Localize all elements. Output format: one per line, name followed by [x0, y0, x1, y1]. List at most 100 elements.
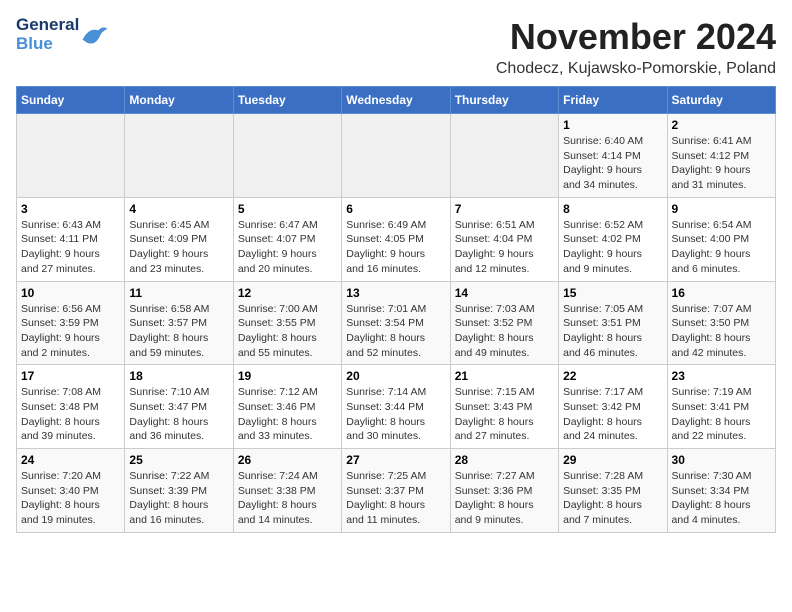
weekday-label: Wednesday	[342, 87, 450, 114]
day-number: 10	[21, 286, 120, 300]
calendar-cell: 26 Sunrise: 7:24 AM Sunset: 3:38 PM Dayli…	[233, 449, 341, 533]
day-info: Sunrise: 7:19 AM Sunset: 3:41 PM Dayligh…	[672, 385, 771, 444]
day-number: 23	[672, 369, 771, 383]
day-info: Sunrise: 6:40 AM Sunset: 4:14 PM Dayligh…	[563, 134, 662, 193]
day-info: Sunrise: 7:00 AM Sunset: 3:55 PM Dayligh…	[238, 302, 337, 361]
calendar-cell	[450, 114, 558, 198]
day-info: Sunrise: 7:25 AM Sunset: 3:37 PM Dayligh…	[346, 469, 445, 528]
weekday-label: Thursday	[450, 87, 558, 114]
weekday-label: Monday	[125, 87, 233, 114]
day-info: Sunrise: 7:05 AM Sunset: 3:51 PM Dayligh…	[563, 302, 662, 361]
day-number: 3	[21, 202, 120, 216]
logo-bird-icon	[81, 24, 109, 46]
day-number: 19	[238, 369, 337, 383]
day-info: Sunrise: 6:52 AM Sunset: 4:02 PM Dayligh…	[563, 218, 662, 277]
day-info: Sunrise: 6:43 AM Sunset: 4:11 PM Dayligh…	[21, 218, 120, 277]
calendar-cell: 18 Sunrise: 7:10 AM Sunset: 3:47 PM Dayli…	[125, 365, 233, 449]
day-info: Sunrise: 7:10 AM Sunset: 3:47 PM Dayligh…	[129, 385, 228, 444]
calendar-cell: 29 Sunrise: 7:28 AM Sunset: 3:35 PM Dayli…	[559, 449, 667, 533]
calendar-cell: 7 Sunrise: 6:51 AM Sunset: 4:04 PM Daylig…	[450, 197, 558, 281]
day-number: 26	[238, 453, 337, 467]
calendar-cell: 28 Sunrise: 7:27 AM Sunset: 3:36 PM Dayli…	[450, 449, 558, 533]
day-number: 25	[129, 453, 228, 467]
calendar-week-row: 17 Sunrise: 7:08 AM Sunset: 3:48 PM Dayli…	[17, 365, 776, 449]
calendar-cell: 11 Sunrise: 6:58 AM Sunset: 3:57 PM Dayli…	[125, 281, 233, 365]
day-number: 9	[672, 202, 771, 216]
calendar-cell	[17, 114, 125, 198]
day-number: 14	[455, 286, 554, 300]
calendar-cell: 12Sunrise: 7:00 AM Sunset: 3:55 PM Dayli…	[233, 281, 341, 365]
logo-blue: Blue	[16, 35, 79, 54]
day-info: Sunrise: 7:12 AM Sunset: 3:46 PM Dayligh…	[238, 385, 337, 444]
month-title: November 2024	[496, 16, 776, 58]
calendar-cell: 24Sunrise: 7:20 AM Sunset: 3:40 PM Dayli…	[17, 449, 125, 533]
day-number: 28	[455, 453, 554, 467]
day-info: Sunrise: 7:08 AM Sunset: 3:48 PM Dayligh…	[21, 385, 120, 444]
calendar-cell: 8 Sunrise: 6:52 AM Sunset: 4:02 PM Daylig…	[559, 197, 667, 281]
calendar-cell: 23 Sunrise: 7:19 AM Sunset: 3:41 PM Dayli…	[667, 365, 775, 449]
calendar-cell: 4Sunrise: 6:45 AM Sunset: 4:09 PM Daylig…	[125, 197, 233, 281]
day-number: 13	[346, 286, 445, 300]
day-number: 16	[672, 286, 771, 300]
day-number: 15	[563, 286, 662, 300]
day-number: 7	[455, 202, 554, 216]
calendar-cell: 13 Sunrise: 7:01 AM Sunset: 3:54 PM Dayli…	[342, 281, 450, 365]
day-info: Sunrise: 7:17 AM Sunset: 3:42 PM Dayligh…	[563, 385, 662, 444]
calendar-cell: 17 Sunrise: 7:08 AM Sunset: 3:48 PM Dayli…	[17, 365, 125, 449]
day-info: Sunrise: 7:28 AM Sunset: 3:35 PM Dayligh…	[563, 469, 662, 528]
day-info: Sunrise: 6:45 AM Sunset: 4:09 PM Dayligh…	[129, 218, 228, 277]
day-info: Sunrise: 7:01 AM Sunset: 3:54 PM Dayligh…	[346, 302, 445, 361]
page-header: General Blue November 2024 Chodecz, Kuja…	[16, 16, 776, 78]
day-info: Sunrise: 7:22 AM Sunset: 3:39 PM Dayligh…	[129, 469, 228, 528]
day-info: Sunrise: 6:49 AM Sunset: 4:05 PM Dayligh…	[346, 218, 445, 277]
day-info: Sunrise: 7:30 AM Sunset: 3:34 PM Dayligh…	[672, 469, 771, 528]
day-number: 18	[129, 369, 228, 383]
calendar-cell: 9Sunrise: 6:54 AM Sunset: 4:00 PM Daylig…	[667, 197, 775, 281]
day-info: Sunrise: 6:51 AM Sunset: 4:04 PM Dayligh…	[455, 218, 554, 277]
day-info: Sunrise: 6:58 AM Sunset: 3:57 PM Dayligh…	[129, 302, 228, 361]
calendar-cell: 15 Sunrise: 7:05 AM Sunset: 3:51 PM Dayli…	[559, 281, 667, 365]
calendar-week-row: 1 Sunrise: 6:40 AM Sunset: 4:14 PM Daylig…	[17, 114, 776, 198]
weekday-header-row: SundayMondayTuesdayWednesdayThursdayFrid…	[17, 87, 776, 114]
day-number: 17	[21, 369, 120, 383]
calendar-cell: 14Sunrise: 7:03 AM Sunset: 3:52 PM Dayli…	[450, 281, 558, 365]
logo-general: General	[16, 16, 79, 35]
weekday-label: Friday	[559, 87, 667, 114]
calendar-cell: 19 Sunrise: 7:12 AM Sunset: 3:46 PM Dayli…	[233, 365, 341, 449]
weekday-label: Saturday	[667, 87, 775, 114]
calendar-table: SundayMondayTuesdayWednesdayThursdayFrid…	[16, 86, 776, 533]
calendar-cell	[233, 114, 341, 198]
calendar-cell	[342, 114, 450, 198]
day-info: Sunrise: 7:24 AM Sunset: 3:38 PM Dayligh…	[238, 469, 337, 528]
day-number: 5	[238, 202, 337, 216]
calendar-cell: 22 Sunrise: 7:17 AM Sunset: 3:42 PM Dayli…	[559, 365, 667, 449]
calendar-cell: 3 Sunrise: 6:43 AM Sunset: 4:11 PM Daylig…	[17, 197, 125, 281]
day-info: Sunrise: 7:15 AM Sunset: 3:43 PM Dayligh…	[455, 385, 554, 444]
day-info: Sunrise: 7:07 AM Sunset: 3:50 PM Dayligh…	[672, 302, 771, 361]
calendar-body: 1 Sunrise: 6:40 AM Sunset: 4:14 PM Daylig…	[17, 114, 776, 533]
day-number: 29	[563, 453, 662, 467]
day-number: 2	[672, 118, 771, 132]
day-info: Sunrise: 7:27 AM Sunset: 3:36 PM Dayligh…	[455, 469, 554, 528]
calendar-cell: 27Sunrise: 7:25 AM Sunset: 3:37 PM Dayli…	[342, 449, 450, 533]
day-number: 8	[563, 202, 662, 216]
day-number: 11	[129, 286, 228, 300]
calendar-cell: 5 Sunrise: 6:47 AM Sunset: 4:07 PM Daylig…	[233, 197, 341, 281]
calendar-cell: 10Sunrise: 6:56 AM Sunset: 3:59 PM Dayli…	[17, 281, 125, 365]
day-number: 22	[563, 369, 662, 383]
weekday-label: Tuesday	[233, 87, 341, 114]
day-number: 21	[455, 369, 554, 383]
calendar-cell: 16 Sunrise: 7:07 AM Sunset: 3:50 PM Dayli…	[667, 281, 775, 365]
calendar-cell: 6Sunrise: 6:49 AM Sunset: 4:05 PM Daylig…	[342, 197, 450, 281]
day-number: 1	[563, 118, 662, 132]
day-number: 20	[346, 369, 445, 383]
calendar-cell	[125, 114, 233, 198]
calendar-cell: 21 Sunrise: 7:15 AM Sunset: 3:43 PM Dayli…	[450, 365, 558, 449]
logo: General Blue	[16, 16, 109, 53]
calendar-cell: 30Sunrise: 7:30 AM Sunset: 3:34 PM Dayli…	[667, 449, 775, 533]
day-number: 24	[21, 453, 120, 467]
calendar-cell: 25 Sunrise: 7:22 AM Sunset: 3:39 PM Dayli…	[125, 449, 233, 533]
calendar-week-row: 10Sunrise: 6:56 AM Sunset: 3:59 PM Dayli…	[17, 281, 776, 365]
day-info: Sunrise: 6:47 AM Sunset: 4:07 PM Dayligh…	[238, 218, 337, 277]
weekday-label: Sunday	[17, 87, 125, 114]
